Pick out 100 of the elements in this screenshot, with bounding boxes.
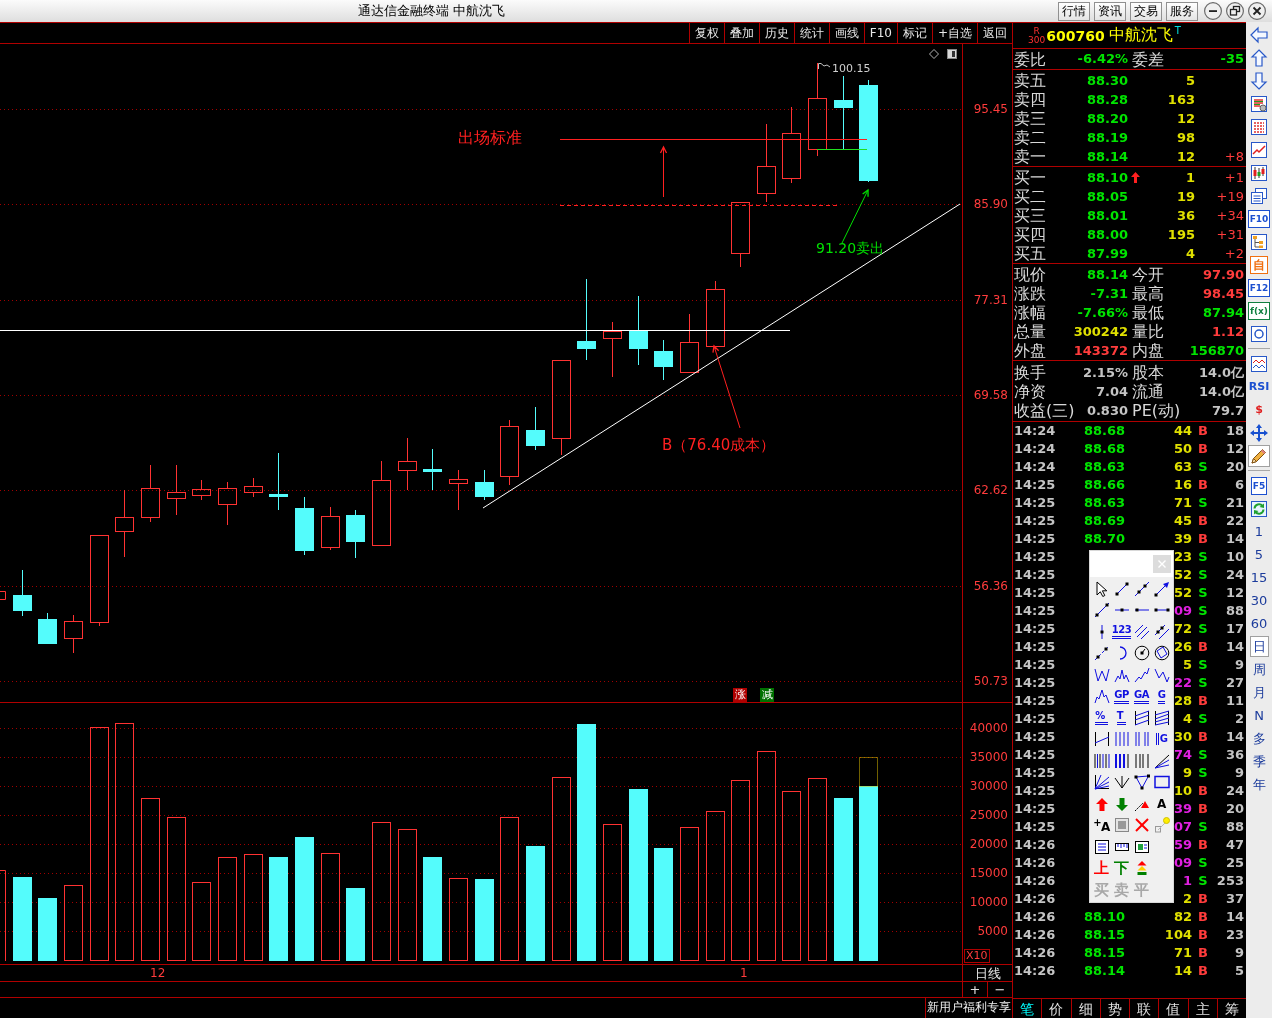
left-arrow-icon[interactable]	[1250, 25, 1268, 44]
drawing-tool[interactable]: 上	[1094, 860, 1109, 877]
drawing-tool[interactable]: G	[1155, 733, 1168, 746]
up-arrow-icon[interactable]	[1250, 48, 1268, 67]
volume-value: 12	[1176, 147, 1195, 166]
fan-lines-icon[interactable]	[1153, 752, 1170, 769]
menu-button[interactable]: 资讯	[1094, 1, 1126, 21]
wave-chart-icon[interactable]	[1250, 354, 1268, 373]
minimize-icon[interactable]	[1204, 2, 1222, 20]
toggle-button[interactable]: 减	[760, 688, 774, 702]
drawing-tool[interactable]: 下	[1114, 860, 1129, 877]
time-value: 14:25	[1013, 692, 1056, 710]
report-icon[interactable]	[1250, 94, 1268, 113]
circle-icon[interactable]	[1133, 645, 1150, 662]
menu-button[interactable]: 服务	[1166, 1, 1198, 21]
peaks-icon[interactable]	[1093, 688, 1110, 705]
cross-icon[interactable]	[1133, 817, 1150, 834]
candlestick-icon[interactable]	[1250, 163, 1268, 182]
trade-side: B	[1198, 782, 1208, 800]
volume-value: 59	[1173, 836, 1192, 854]
zigzag-icon[interactable]	[1133, 666, 1150, 683]
zigzag-icon[interactable]	[1093, 666, 1110, 683]
arrow-line-icon[interactable]	[1153, 580, 1170, 597]
vertical-lines-icon[interactable]	[1113, 752, 1130, 769]
volume-value: 28	[1173, 692, 1192, 710]
field-value: 300242	[1073, 322, 1128, 341]
toolbar-button[interactable]: F5	[1250, 476, 1268, 495]
period-button[interactable]: 5	[1252, 546, 1266, 563]
close-icon[interactable]	[1248, 2, 1266, 20]
slope-lines-icon[interactable]	[1093, 731, 1110, 748]
cursor-icon[interactable]	[1093, 580, 1110, 597]
toolbar-button[interactable]: RSI	[1248, 380, 1270, 393]
price-value: 87.99	[1086, 244, 1128, 263]
picture-icon[interactable]	[1133, 838, 1150, 855]
change-value: +19	[1216, 187, 1244, 206]
restore-icon[interactable]	[1226, 2, 1244, 20]
toolbar-button[interactable]: $	[1255, 403, 1263, 416]
drawing-tool[interactable]: G	[1157, 688, 1166, 704]
period-button[interactable]: 30	[1248, 592, 1270, 609]
period-button[interactable]: 15	[1248, 569, 1270, 586]
drawing-tool[interactable]: %	[1095, 710, 1108, 726]
toggle-button[interactable]: 涨	[733, 688, 747, 702]
period-button[interactable]: 多	[1250, 730, 1268, 747]
pencil-icon[interactable]	[1248, 444, 1270, 467]
drawing-tool[interactable]: A	[1157, 797, 1166, 810]
field-value: 1.12	[1211, 322, 1244, 341]
tree-icon[interactable]	[1250, 232, 1268, 251]
menu-button[interactable]: 交易	[1130, 1, 1162, 21]
vertical-lines-icon[interactable]	[1133, 752, 1150, 769]
channel-lines-icon[interactable]	[1133, 709, 1150, 726]
period-button[interactable]: 季	[1250, 753, 1268, 770]
trade-side: B	[1198, 908, 1208, 926]
fan-grid-icon[interactable]	[1093, 774, 1110, 791]
drawing-tool[interactable]: GP	[1114, 688, 1129, 704]
parallel-lines-icon[interactable]	[1133, 623, 1150, 640]
field-value: 14.0亿	[1198, 363, 1244, 382]
period-button[interactable]: 周	[1250, 661, 1268, 678]
triangle-icon[interactable]	[1133, 774, 1150, 791]
move-icon[interactable]	[1250, 423, 1268, 442]
count-value: 88	[1225, 602, 1244, 620]
period-button[interactable]: 月	[1250, 684, 1268, 701]
drawing-tool[interactable]: T	[1116, 710, 1127, 726]
change-value: +8	[1224, 147, 1244, 166]
line-segment-icon[interactable]	[1093, 602, 1110, 619]
toolbar-button[interactable]: f(x)	[1248, 301, 1270, 320]
line-segment-icon[interactable]	[1113, 580, 1130, 597]
drawing-tool[interactable]: $^{+}$A	[1093, 817, 1110, 834]
dashed-line-icon[interactable]	[1093, 645, 1110, 662]
candlestick	[706, 280, 725, 350]
period-button[interactable]: N	[1252, 707, 1266, 724]
period-button[interactable]: 日	[1249, 636, 1269, 657]
period-button[interactable]: 1	[1252, 523, 1266, 540]
promo-link[interactable]: 新用户福利专享	[925, 998, 1012, 1018]
down-arrow-icon[interactable]	[1250, 71, 1268, 90]
toolbar-button[interactable]: F10	[1247, 209, 1271, 228]
polygon-circle-icon[interactable]	[1153, 645, 1170, 662]
parallel-lines-icon[interactable]	[1153, 623, 1170, 640]
time-value: 14:25	[1013, 818, 1056, 836]
diamond-icon[interactable]	[929, 49, 939, 59]
refresh-icon[interactable]	[1250, 499, 1268, 518]
windows-icon[interactable]	[1250, 186, 1268, 205]
vertical-lines-icon[interactable]	[1093, 752, 1110, 769]
line-icon[interactable]	[1133, 580, 1150, 597]
table-icon[interactable]	[1250, 117, 1268, 136]
volume-value: 16	[1173, 476, 1192, 494]
toolbar-button[interactable]: F12	[1247, 278, 1271, 297]
document-icon[interactable]	[1093, 838, 1110, 855]
zigzag-icon[interactable]	[1153, 666, 1170, 683]
drawing-tool[interactable]: 123	[1111, 624, 1132, 640]
square-icon[interactable]	[947, 49, 957, 59]
drawing-tool[interactable]: GA	[1134, 688, 1149, 704]
candlestick	[0, 591, 6, 600]
period-button[interactable]: 60	[1248, 615, 1270, 632]
line-chart-icon[interactable]	[1250, 140, 1268, 159]
rectangle-icon[interactable]	[1153, 774, 1170, 791]
channel-lines-icon[interactable]	[1153, 709, 1170, 726]
chart-period: 日线	[974, 965, 1001, 981]
time-value: 14:25	[1013, 728, 1056, 746]
menu-button[interactable]: 行情	[1058, 1, 1090, 21]
period-button[interactable]: 年	[1250, 776, 1268, 793]
